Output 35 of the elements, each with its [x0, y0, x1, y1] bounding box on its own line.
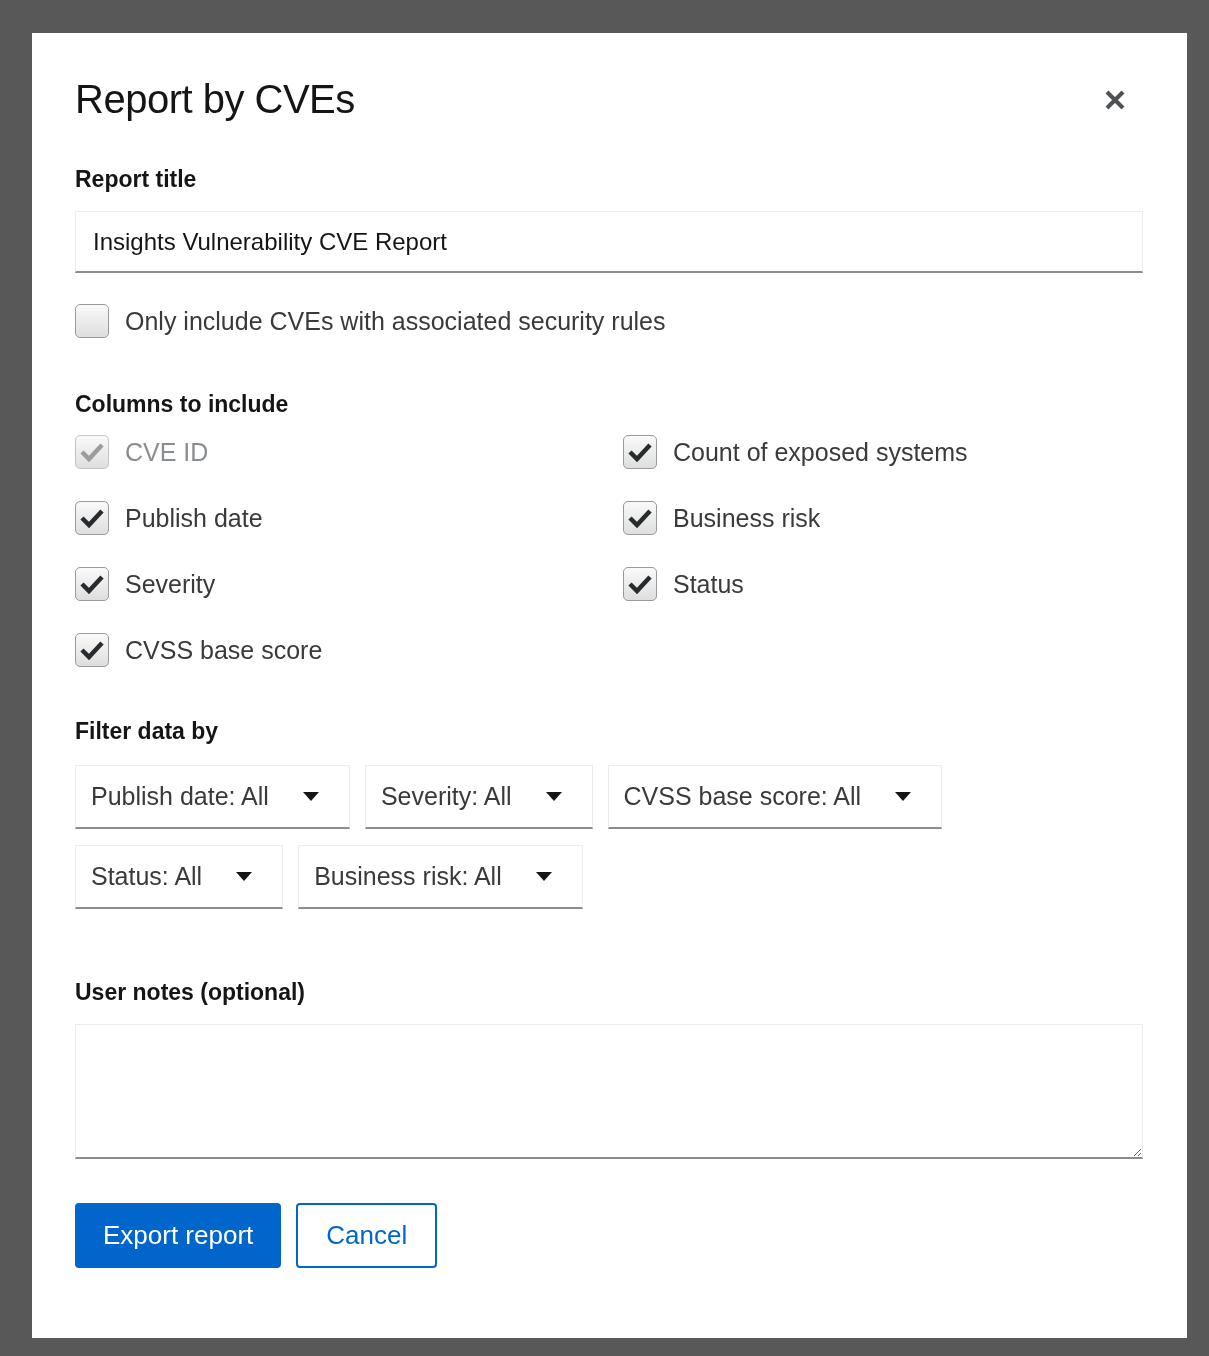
checkbox[interactable] — [623, 435, 657, 469]
report-title-field[interactable]: Insights Vulnerability CVE Report — [75, 211, 1143, 273]
checkbox-label: Business risk — [673, 503, 821, 533]
checkbox[interactable] — [623, 501, 657, 535]
section-label: Filter data by — [75, 718, 220, 745]
export-button[interactable]: Export report — [75, 1203, 282, 1268]
filter-dropdown[interactable]: Severity: All — [364, 765, 593, 829]
filter-dropdown[interactable]: Business risk: All — [298, 845, 583, 909]
filter-dropdown[interactable]: Status: All — [75, 845, 284, 909]
checkbox[interactable] — [623, 567, 657, 601]
filter-dropdown[interactable]: Publish date: All — [75, 765, 350, 829]
checkbox[interactable] — [75, 304, 109, 338]
caret-icon — [545, 792, 562, 801]
caret-icon — [236, 872, 253, 881]
filter-dropdown[interactable]: CVSS base score: All — [607, 765, 943, 829]
caret-icon — [535, 872, 552, 881]
dialog-title: Report by CVEs — [75, 77, 355, 122]
checkbox[interactable] — [75, 633, 109, 667]
checkbox-label: Publish date — [125, 503, 263, 533]
checkbox[interactable] — [75, 567, 109, 601]
field-label: User notes (optional) — [75, 979, 306, 1006]
cancel-button[interactable]: Cancel — [296, 1203, 438, 1268]
field-label: Report title — [75, 166, 198, 193]
checkbox-label: Count of exposed systems — [673, 437, 968, 467]
close-icon — [1104, 88, 1126, 111]
checkbox[interactable] — [75, 501, 109, 535]
section-label: Columns to include — [75, 391, 290, 418]
caret-icon — [302, 792, 319, 801]
checkbox-label: Status — [673, 569, 744, 599]
checkbox-label: Only include CVEs with associated security rules — [125, 306, 666, 336]
checkbox-label: CVSS base score — [125, 635, 323, 665]
checkbox-label: CVE ID — [125, 437, 209, 467]
caret-icon — [895, 792, 912, 801]
checkbox-label: Severity — [125, 569, 216, 599]
notes-field[interactable] — [75, 1024, 1143, 1159]
